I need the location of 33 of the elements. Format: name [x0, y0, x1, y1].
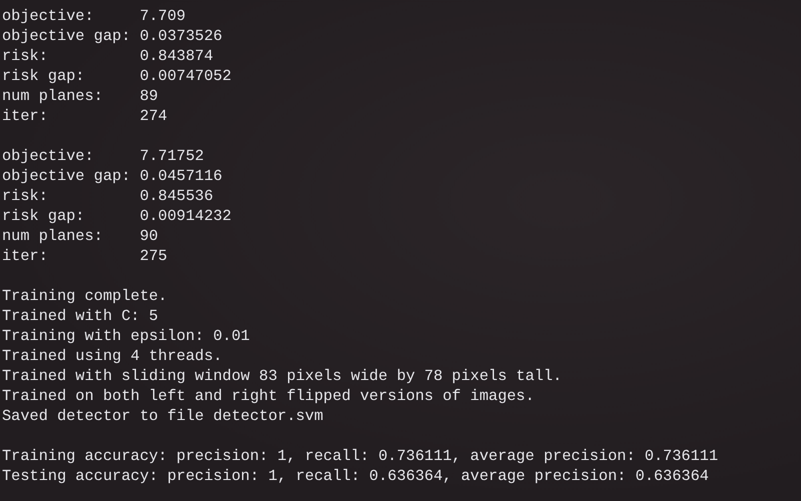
- field-label: risk gap:: [2, 206, 86, 226]
- output-line: Training accuracy: precision: 1, recall: 0.736111, average precision: 0.736111: [2, 446, 718, 466]
- field-value: 275: [140, 246, 168, 266]
- field-label: iter:: [2, 246, 49, 266]
- field-value: 274: [140, 106, 168, 126]
- output-line: Saved detector to file detector.svm: [2, 406, 324, 426]
- field-value: 0.843874: [140, 46, 214, 66]
- field-label: objective:: [2, 6, 95, 26]
- field-value: 90: [140, 226, 158, 246]
- field-value: 89: [140, 86, 158, 106]
- field-label: risk:: [2, 186, 49, 206]
- field-value: 7.709: [140, 6, 186, 26]
- field-label: objective gap:: [2, 26, 132, 46]
- field-label: iter:: [2, 106, 49, 126]
- output-line: Trained with sliding window 83 pixels wide by 78 pixels tall.: [2, 366, 562, 386]
- field-label: risk gap:: [2, 66, 86, 86]
- field-value: 0.0457116: [140, 166, 222, 186]
- output-line: Trained on both left and right flipped versions of images.: [2, 386, 534, 406]
- output-line: Training complete.: [2, 286, 168, 306]
- output-line: Testing accuracy: precision: 1, recall: 0.636364, average precision: 0.636364: [2, 466, 709, 486]
- field-label: num planes:: [2, 226, 104, 246]
- field-value: 0.00747052: [140, 66, 232, 86]
- field-label: objective gap:: [2, 166, 132, 186]
- field-value: 0.845536: [140, 186, 214, 206]
- field-label: objective:: [2, 146, 95, 166]
- field-value: 7.71752: [140, 146, 204, 166]
- field-value: 0.00914232: [140, 206, 232, 226]
- output-line: Trained using 4 threads.: [2, 346, 222, 366]
- output-line: Trained with C: 5: [2, 306, 158, 326]
- output-line: Training with epsilon: 0.01: [2, 326, 250, 346]
- field-label: risk:: [2, 46, 49, 66]
- field-value: 0.0373526: [140, 26, 222, 46]
- field-label: num planes:: [2, 86, 104, 106]
